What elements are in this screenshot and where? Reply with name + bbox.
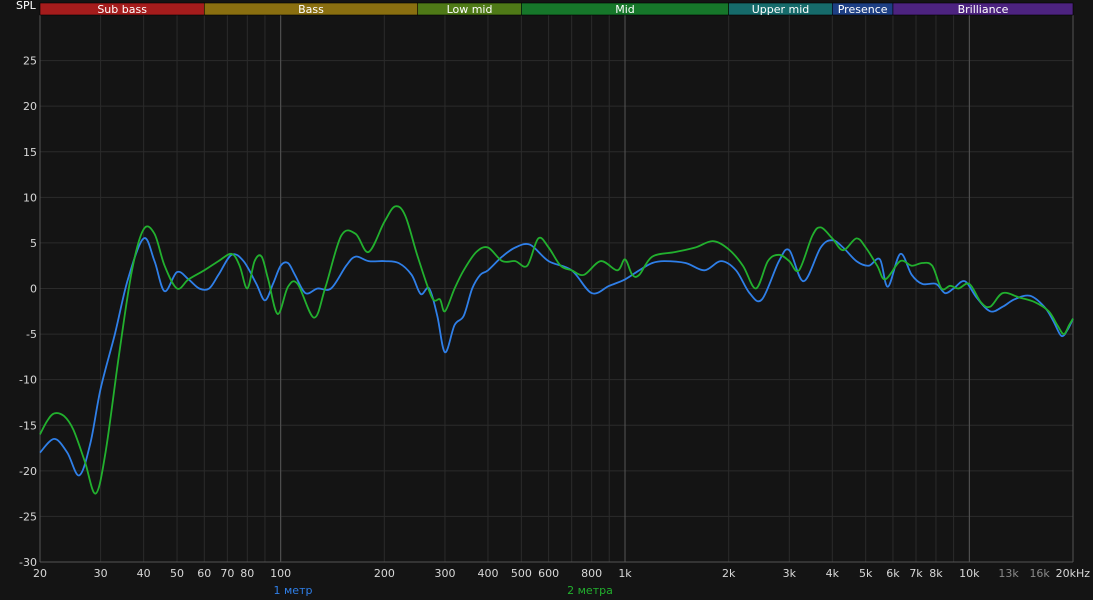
y-tick-label: 20 <box>23 100 37 113</box>
x-tick-label: 20kHz <box>1056 567 1091 580</box>
x-tick-label: 40 <box>137 567 151 580</box>
y-tick-label: 25 <box>23 55 37 68</box>
x-tick-label: 6k <box>886 567 900 580</box>
y-tick-label: 15 <box>23 146 37 159</box>
x-tick-label: 5k <box>859 567 873 580</box>
x-tick-label: 10k <box>959 567 980 580</box>
band-label: Bass <box>298 3 324 16</box>
x-tick-label: 500 <box>511 567 532 580</box>
x-tick-label: 70 <box>220 567 234 580</box>
x-tick-label: 2k <box>722 567 736 580</box>
x-tick-label: 13k <box>998 567 1019 580</box>
band-label: Low mid <box>447 3 493 16</box>
x-tick-label: 1k <box>618 567 632 580</box>
legend-item-1: 1 метр <box>274 584 313 597</box>
band-label: Mid <box>615 3 635 16</box>
x-tick-label: 30 <box>94 567 108 580</box>
y-tick-label: 0 <box>30 283 37 296</box>
y-tick-label: -10 <box>19 374 37 387</box>
x-tick-label: 60 <box>197 567 211 580</box>
legend-item-2: 2 метра <box>567 584 613 597</box>
y-tick-label: 5 <box>30 237 37 250</box>
x-tick-label: 8k <box>929 567 943 580</box>
x-tick-label: 80 <box>240 567 254 580</box>
x-tick-label: 400 <box>477 567 498 580</box>
x-tick-label: 16k <box>1029 567 1050 580</box>
band-label: Brilliance <box>958 3 1009 16</box>
y-tick-label: 10 <box>23 191 37 204</box>
x-tick-label: 20 <box>33 567 47 580</box>
x-tick-label: 50 <box>170 567 184 580</box>
x-tick-label: 7k <box>909 567 923 580</box>
frequency-response-chart: Sub bass Bass Low mid Mid Upper mid Presence B… <box>0 0 1093 600</box>
band-label: Sub bass <box>97 3 147 16</box>
frequency-bands: Sub bass Bass Low mid Mid Upper mid Presence B… <box>39 2 1074 16</box>
y-tick-label: -15 <box>19 419 37 432</box>
x-tick-label: 4k <box>826 567 840 580</box>
x-tick-label: 800 <box>581 567 602 580</box>
band-label: Upper mid <box>752 3 810 16</box>
y-tick-label: -5 <box>26 328 37 341</box>
x-tick-label: 100 <box>270 567 291 580</box>
band-label: Presence <box>838 3 888 16</box>
x-tick-label: 600 <box>538 567 559 580</box>
y-tick-label: -25 <box>19 510 37 523</box>
y-tick-label: -20 <box>19 465 37 478</box>
x-tick-label: 200 <box>374 567 395 580</box>
x-tick-label: 3k <box>783 567 797 580</box>
y-axis-label: SPL <box>16 0 37 12</box>
x-tick-label: 300 <box>434 567 455 580</box>
